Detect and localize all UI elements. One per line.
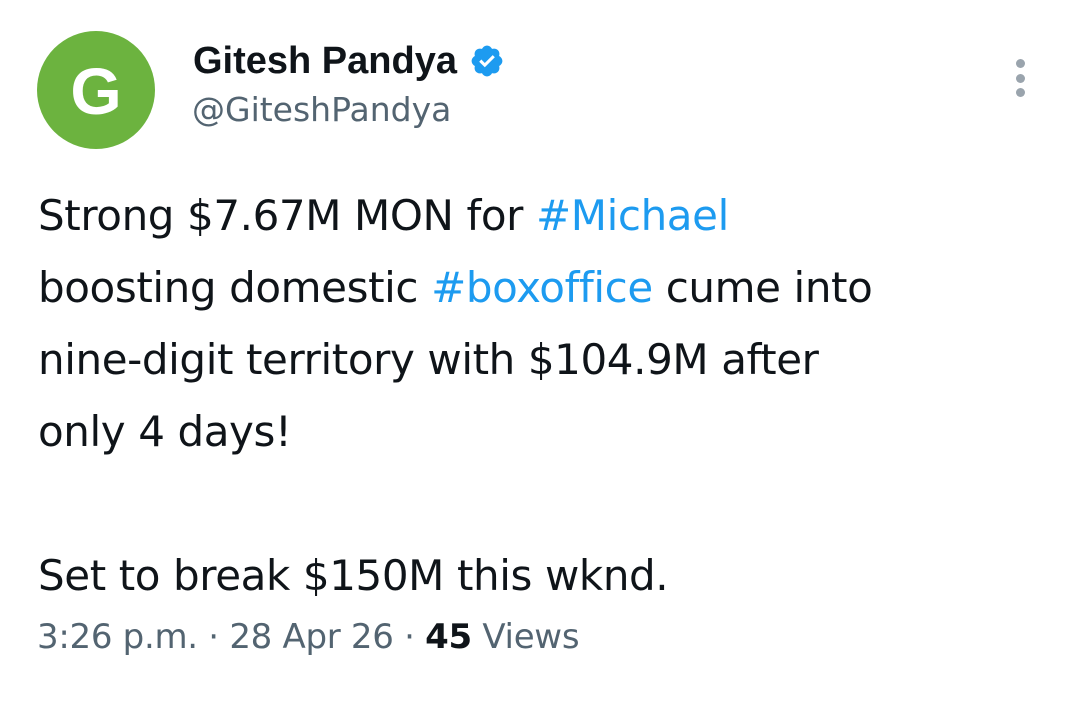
tweet-text-segment: cume into [652, 263, 873, 312]
avatar[interactable]: G [37, 31, 155, 149]
meta-separator: · [393, 617, 426, 657]
avatar-letter: G [70, 54, 122, 128]
hashtag-link-michael[interactable]: #Michael [536, 191, 729, 240]
tweet-text: Strong $7.67M MON for #Michael boosting … [38, 180, 1058, 612]
tweet-text-segment: only 4 days! [38, 407, 292, 456]
tweet-line: Strong $7.67M MON for #Michael [38, 180, 1058, 252]
author-name-row: Gitesh Pandya [193, 38, 505, 84]
more-options-button[interactable] [1002, 55, 1038, 101]
tweet-date[interactable]: 28 Apr 26 [229, 617, 394, 657]
more-vertical-icon [1015, 88, 1025, 97]
more-vertical-icon [1015, 59, 1025, 68]
views-count[interactable]: 45 [425, 617, 472, 657]
more-vertical-icon [1015, 73, 1025, 83]
author-display-name[interactable]: Gitesh Pandya [193, 40, 457, 83]
tweet-line: boosting domestic #boxoffice cume into [38, 252, 1058, 324]
tweet-line: only 4 days! [38, 396, 1058, 468]
tweet-text-segment: boosting domestic [38, 263, 432, 312]
tweet-text-segment: Strong $7.67M MON for [38, 191, 536, 240]
hashtag-link-boxoffice[interactable]: #boxoffice [431, 263, 653, 312]
tweet-line: nine-digit territory with $104.9M after [38, 324, 1058, 396]
tweet-time[interactable]: 3:26 p.m. [37, 617, 198, 657]
meta-separator: · [197, 617, 230, 657]
views-label: Views [471, 617, 580, 657]
tweet-card: G Gitesh Pandya @GiteshPandya Strong $7.… [0, 0, 1080, 701]
tweet-second-paragraph: Set to break $150M this wknd. [38, 551, 669, 600]
tweet-text-segment: nine-digit territory with $104.9M after [38, 335, 819, 384]
verified-badge-icon [469, 43, 505, 79]
author-handle[interactable]: @GiteshPandya [192, 90, 451, 129]
tweet-meta: 3:26 p.m. · 28 Apr 26 · 45 Views [37, 617, 580, 657]
